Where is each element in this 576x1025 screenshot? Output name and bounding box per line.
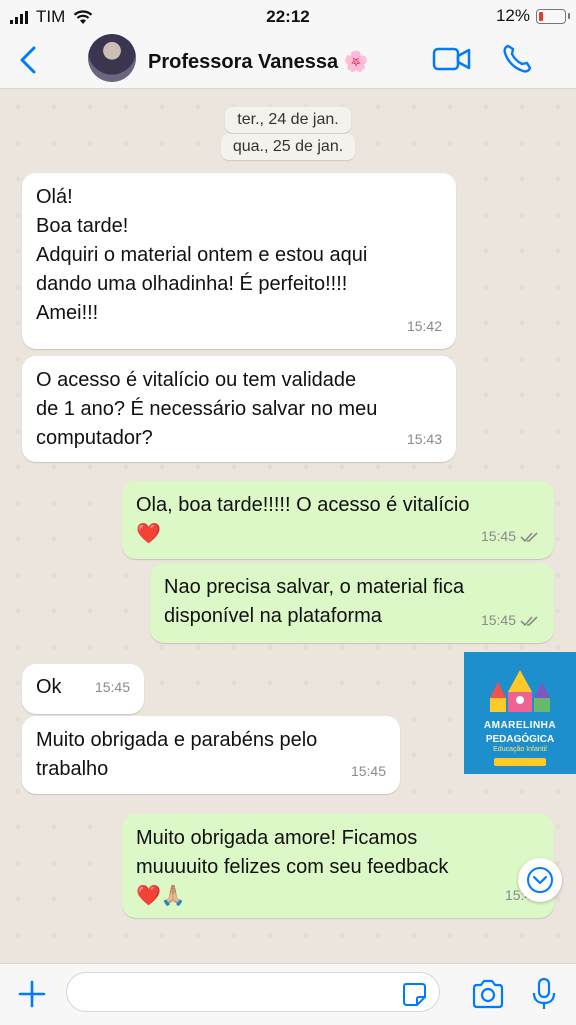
message-text: Muito obrigada amore! Ficamos muuuuito f… (136, 827, 449, 907)
video-call-icon[interactable] (432, 42, 472, 76)
message-text: Muito obrigada e parabéns pelo trabalho (36, 729, 318, 780)
message-meta: 15:45 (481, 606, 540, 635)
message-meta: 15:43 (407, 425, 442, 454)
message-incoming[interactable]: Olá! Boa tarde! Adquiri o material ontem… (22, 173, 456, 349)
message-outgoing[interactable]: Ola, boa tarde!!!!! O acesso é vitalício… (122, 481, 554, 559)
chat-header: Professora Vanessa 🌸 (0, 34, 576, 89)
message-incoming[interactable]: O acesso é vitalício ou tem validade de … (22, 356, 456, 462)
message-outgoing[interactable]: Muito obrigada amore! Ficamos muuuuito f… (122, 814, 554, 918)
message-time: 15:42 (406, 318, 442, 334)
battery-percent: 12% (495, 6, 530, 25)
sticker-icon[interactable] (400, 980, 428, 1008)
date-separator: ter., 24 de jan. (225, 107, 351, 133)
chevron-down-icon (527, 867, 553, 893)
double-check-icon (520, 615, 538, 626)
back-chevron-icon[interactable] (14, 42, 44, 78)
contact-name[interactable]: Professora Vanessa 🌸 (148, 49, 369, 74)
message-time: 15:45 (94, 679, 130, 695)
status-right: 12% (495, 6, 570, 26)
clock: 22:12 (266, 7, 310, 26)
chat-area[interactable]: ter., 24 de jan. qua., 25 de jan. Olá! B… (0, 89, 576, 963)
phone-call-icon[interactable] (500, 42, 534, 76)
date-separator: qua., 25 de jan. (220, 134, 356, 160)
promo-tagline: Educação Infantil (493, 746, 547, 753)
message-text: Olá! Boa tarde! Adquiri o material ontem… (36, 186, 368, 324)
blocks-castle-icon (490, 670, 550, 712)
message-time: 15:45 (350, 763, 386, 779)
promo-image: AMARELINHA PEDAGÓGICA Educação Infantil (464, 652, 576, 774)
message-incoming[interactable]: Ok 15:45 (22, 664, 144, 714)
message-time: 15:43 (406, 431, 442, 447)
camera-icon[interactable] (470, 978, 506, 1010)
plus-icon[interactable] (16, 978, 48, 1010)
promo-subtitle: PEDAGÓGICA (485, 734, 555, 745)
scroll-down-button[interactable] (518, 858, 562, 902)
message-outgoing[interactable]: Nao precisa salvar, o material fica disp… (150, 563, 554, 643)
message-text: Ola, boa tarde!!!!! O acesso é vitalício… (136, 494, 470, 545)
microphone-icon[interactable] (530, 976, 558, 1012)
message-meta: 15:42 (407, 312, 442, 341)
message-meta: 15:45 (351, 757, 386, 786)
message-time: 15:45 (480, 528, 516, 544)
message-incoming[interactable]: Muito obrigada e parabéns pelo trabalho … (22, 716, 400, 794)
status-bar: TIM 22:12 12% (0, 0, 576, 34)
composer-bar (0, 963, 576, 1025)
avatar[interactable] (88, 34, 136, 82)
promo-ribbon (494, 758, 546, 766)
message-meta: 15:45 (95, 673, 130, 702)
message-meta: 15:45 (481, 522, 540, 551)
double-check-icon (520, 531, 538, 542)
battery-icon (536, 8, 570, 24)
message-input[interactable] (66, 972, 440, 1012)
message-time: 15:45 (480, 612, 516, 628)
promo-title: AMARELINHA (483, 720, 557, 731)
message-text: O acesso é vitalício ou tem validade de … (36, 369, 378, 449)
